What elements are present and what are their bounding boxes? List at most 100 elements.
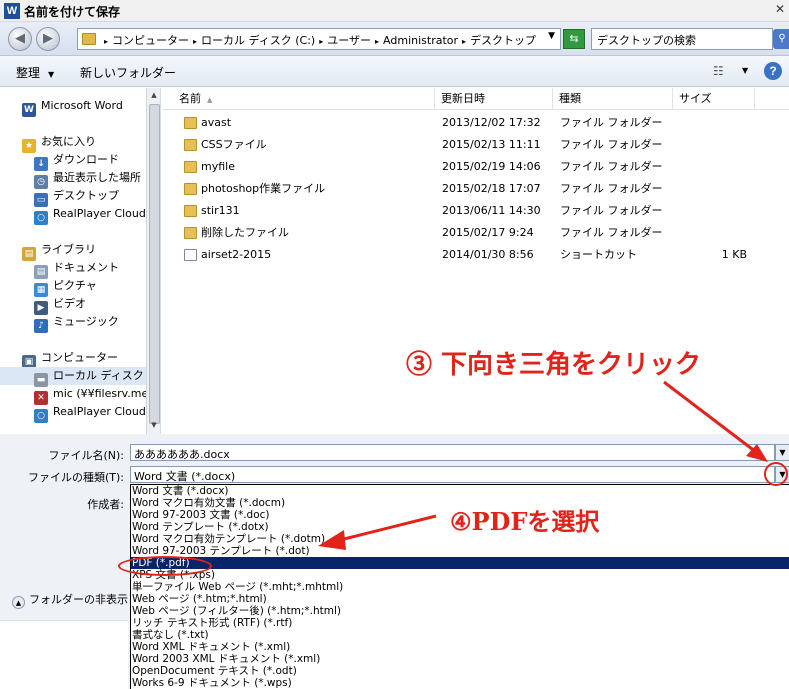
breadcrumb-separator-icon[interactable]: ▸ — [319, 37, 323, 46]
file-row[interactable]: CSSファイル 2015/02/13 11:11 ファイル フォルダー — [163, 134, 789, 156]
filetype-option[interactable]: リッチ テキスト形式 (RTF) (*.rtf) — [131, 617, 789, 629]
file-modified: 2015/02/17 9:24 — [442, 226, 534, 239]
nav-item-label: ライブラリ — [41, 243, 96, 256]
breadcrumb-item[interactable]: Administrator — [383, 34, 458, 47]
file-size: 1 KB — [721, 248, 747, 261]
file-row[interactable]: photoshop作業ファイル 2015/02/18 17:07 ファイル フォルダ… — [163, 178, 789, 200]
file-row[interactable]: 削除したファイル 2015/02/17 9:24 ファイル フォルダー — [163, 222, 789, 244]
filetype-option[interactable]: Web ページ (フィルター後) (*.htm;*.html) — [131, 605, 789, 617]
column-type[interactable]: 種類 — [553, 88, 673, 110]
nav-item-label: 最近表示した場所 — [53, 171, 141, 184]
file-row[interactable]: stir131 2013/06/11 14:30 ファイル フォルダー — [163, 200, 789, 222]
nav-item-label: デスクトップ — [53, 189, 119, 202]
nav-item-label: ダウンロード — [53, 153, 119, 166]
folder-icon — [184, 161, 197, 173]
nav-item[interactable]: ▤ ライブラリ — [22, 241, 96, 261]
scroll-down-icon[interactable]: ▼ — [147, 418, 160, 433]
breadcrumb-separator-icon[interactable]: ▸ — [104, 37, 108, 46]
column-modified[interactable]: 更新日時 — [435, 88, 553, 110]
nav-item-label: RealPlayer Cloud — [53, 405, 146, 418]
address-box[interactable]: ▸ コンピューター ▸ ローカル ディスク (C:) ▸ ユーザー ▸ Administrat… — [77, 28, 561, 50]
breadcrumb-item[interactable]: デスクトップ — [470, 34, 536, 47]
chevron-down-icon[interactable]: ▼ — [742, 66, 748, 75]
chevron-down-icon[interactable]: ▼ — [548, 31, 555, 41]
filename-field[interactable]: ああああああ.docx — [130, 444, 775, 461]
new-folder-button[interactable]: 新しいフォルダー — [80, 64, 176, 81]
title-bar: W 名前を付けて保存 ✕ — [0, 0, 789, 22]
nav-item[interactable]: ↓ ダウンロード — [34, 151, 119, 171]
nav-item[interactable]: ▬ ローカル ディスク (C — [0, 367, 159, 387]
hide-folders-button[interactable]: ▲ フォルダーの非表示 — [12, 590, 128, 610]
filename-dropdown-icon[interactable]: ▼ — [775, 444, 789, 461]
folder-icon — [184, 139, 197, 151]
nav-item[interactable]: ★ お気に入り — [22, 133, 96, 153]
filetype-option[interactable]: Works 6-9 ドキュメント (*.wps) — [131, 677, 789, 689]
nav-item[interactable]: ▦ ピクチャ — [34, 277, 97, 297]
file-row[interactable]: myfile 2015/02/19 14:06 ファイル フォルダー — [163, 156, 789, 178]
author-label: 作成者: — [87, 498, 124, 511]
word-app-icon: W — [4, 3, 20, 19]
nav-item[interactable]: ▭ デスクトップ — [34, 187, 119, 207]
view-options-icon[interactable]: ☷ — [713, 64, 724, 78]
filetype-option[interactable]: PDF (*.pdf) — [131, 557, 789, 569]
nav-item[interactable]: ▣ コンピューター — [22, 349, 118, 369]
highlight-circle-dropdown — [764, 462, 788, 486]
breadcrumb-item[interactable]: ローカル ディスク (C:) — [201, 34, 315, 47]
nav-item[interactable]: ○ RealPlayer Cloud — [34, 205, 146, 225]
filetype-select[interactable]: Word 文書 (*.docx) — [130, 466, 775, 483]
back-arrow-icon: ◀ — [15, 31, 25, 46]
realplayer-icon: ○ — [34, 211, 48, 225]
back-button[interactable]: ◀ — [8, 27, 32, 51]
nav-item-label: ローカル ディスク (C — [53, 369, 160, 382]
scroll-up-icon[interactable]: ▲ — [147, 88, 160, 103]
word-icon: W — [22, 103, 36, 117]
shortcut-icon — [184, 249, 197, 261]
music-icon: ♪ — [34, 319, 48, 333]
folder-icon — [184, 205, 197, 217]
column-size[interactable]: サイズ — [673, 88, 755, 110]
column-header: 名前 ▲ 更新日時 種類 サイズ — [163, 88, 789, 110]
nav-item[interactable]: ▶ ビデオ — [34, 295, 86, 315]
filetype-option[interactable]: Word 97-2003 テンプレート (*.dot) — [131, 545, 789, 557]
nav-item[interactable]: ▤ ドキュメント — [34, 259, 119, 279]
filetype-option[interactable]: Word 文書 (*.docx) — [131, 485, 789, 497]
refresh-button[interactable]: ⇆ — [563, 29, 585, 49]
filetype-option[interactable]: Word XML ドキュメント (*.xml) — [131, 641, 789, 653]
filetype-option[interactable]: OpenDocument テキスト (*.odt) — [131, 665, 789, 677]
nav-item[interactable]: ○ RealPlayer Cloud — [34, 403, 146, 423]
forward-arrow-icon: ▶ — [43, 31, 53, 46]
file-type: ファイル フォルダー — [560, 204, 663, 217]
search-icon[interactable]: ⚲ — [773, 29, 789, 49]
breadcrumb-separator-icon[interactable]: ▸ — [375, 37, 379, 46]
filetype-option[interactable]: 書式なし (*.txt) — [131, 629, 789, 641]
breadcrumb-item[interactable]: ユーザー — [327, 34, 371, 47]
organize-button[interactable]: 整理 ▼ — [16, 64, 54, 81]
nav-item[interactable]: ✕ mic (¥¥filesrv.mec — [34, 385, 154, 405]
close-icon[interactable]: ✕ — [775, 2, 785, 16]
breadcrumb-separator-icon[interactable]: ▸ — [193, 37, 197, 46]
nav-item[interactable]: ◷ 最近表示した場所 — [34, 169, 141, 189]
search-input[interactable]: デスクトップの検索 — [591, 28, 773, 50]
forward-button[interactable]: ▶ — [36, 27, 60, 51]
scrollbar-thumb[interactable] — [149, 104, 160, 424]
column-name-label: 名前 — [179, 92, 201, 105]
file-modified: 2015/02/18 17:07 — [442, 182, 541, 195]
breadcrumb-item[interactable]: コンピューター — [112, 34, 189, 47]
nav-scrollbar[interactable]: ▲ ▼ — [146, 88, 160, 434]
file-type: ファイル フォルダー — [560, 226, 663, 239]
nav-item[interactable]: ♪ ミュージック — [34, 313, 119, 333]
file-row[interactable]: airset2-2015 2014/01/30 8:56 ショートカット 1 KB — [163, 244, 789, 266]
nav-item-label: Microsoft Word — [41, 99, 123, 112]
nav-item[interactable]: W Microsoft Word — [22, 97, 123, 117]
column-name[interactable]: 名前 ▲ — [173, 88, 435, 110]
filetype-option[interactable]: XPS 文書 (*.xps) — [131, 569, 789, 581]
file-row[interactable]: avast 2013/12/02 17:32 ファイル フォルダー — [163, 112, 789, 134]
filetype-option[interactable]: Web ページ (*.htm;*.html) — [131, 593, 789, 605]
breadcrumb-separator-icon[interactable]: ▸ — [462, 37, 466, 46]
nav-item-label: ドキュメント — [53, 261, 119, 274]
filetype-option[interactable]: 単一ファイル Web ページ (*.mht;*.mhtml) — [131, 581, 789, 593]
file-modified: 2015/02/19 14:06 — [442, 160, 541, 173]
filetype-option[interactable]: Word 2003 XML ドキュメント (*.xml) — [131, 653, 789, 665]
help-icon[interactable]: ? — [764, 62, 782, 80]
nav-item-label: ビデオ — [53, 297, 86, 310]
